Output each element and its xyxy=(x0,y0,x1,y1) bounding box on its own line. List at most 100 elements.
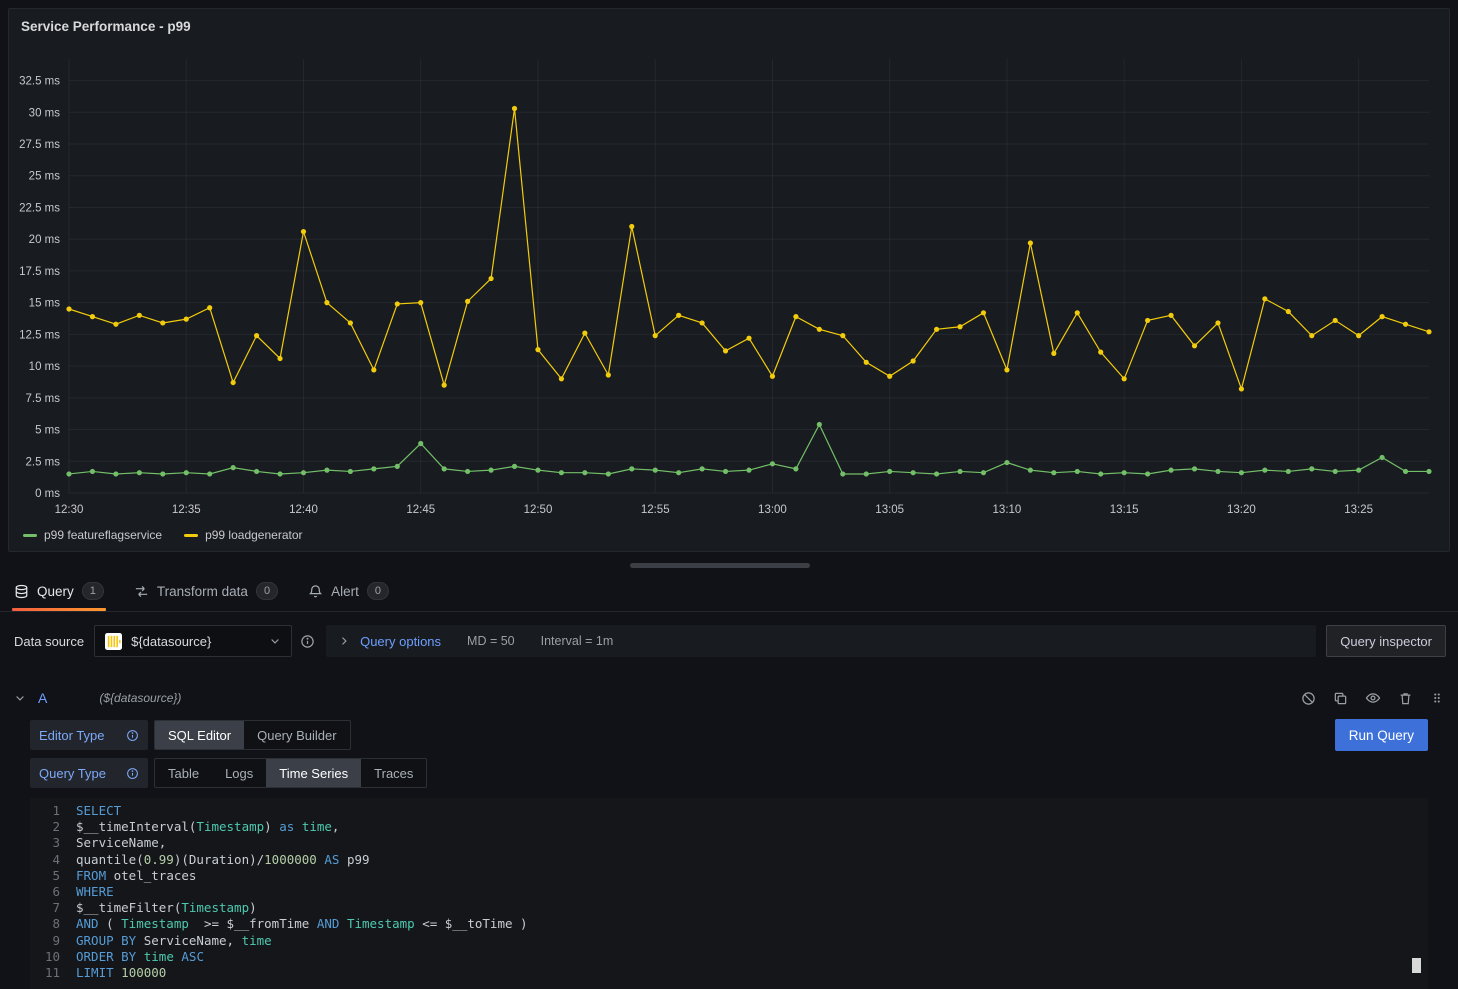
svg-text:13:10: 13:10 xyxy=(993,504,1022,516)
svg-text:12.5 ms: 12.5 ms xyxy=(19,329,60,341)
line-number: 3 xyxy=(30,835,76,851)
query-ref-id: A xyxy=(38,690,47,706)
legend-item-loadgenerator[interactable]: p99 loadgenerator xyxy=(184,528,302,542)
line-number: 6 xyxy=(30,884,76,900)
code-line[interactable]: 6WHERE xyxy=(30,884,1428,900)
editor-type-label: Editor Type xyxy=(39,728,105,743)
query-type-label-chip: Query Type xyxy=(30,758,148,788)
info-circle-icon[interactable] xyxy=(126,729,139,742)
line-number: 11 xyxy=(30,965,76,981)
code-line[interactable]: 10ORDER BY time ASC xyxy=(30,949,1428,965)
code-line[interactable]: 8AND ( Timestamp >= $__fromTime AND Time… xyxy=(30,916,1428,932)
panel-header[interactable]: Service Performance - p99 xyxy=(9,9,1449,43)
line-number: 4 xyxy=(30,852,76,868)
tab-count-badge: 0 xyxy=(367,582,389,600)
bell-icon xyxy=(308,584,323,599)
svg-text:12:40: 12:40 xyxy=(289,504,318,516)
editor-type-radio-group: SQL Editor Query Builder xyxy=(154,720,351,750)
query-type-option-time-series[interactable]: Time Series xyxy=(266,759,361,787)
line-number: 7 xyxy=(30,900,76,916)
editor-type-label-chip: Editor Type xyxy=(30,720,148,750)
svg-text:13:00: 13:00 xyxy=(758,504,787,516)
code-line[interactable]: 7$__timeFilter(Timestamp) xyxy=(30,900,1428,916)
horizontal-scrollbar xyxy=(0,560,1458,571)
svg-text:22.5 ms: 22.5 ms xyxy=(19,202,60,214)
code-line[interactable]: 4quantile(0.99)(Duration)/1000000 AS p99 xyxy=(30,852,1428,868)
svg-text:12:35: 12:35 xyxy=(172,504,201,516)
svg-text:0 ms: 0 ms xyxy=(35,488,60,500)
tab-transform-data[interactable]: Transform data 0 xyxy=(132,571,280,611)
svg-text:32.5 ms: 32.5 ms xyxy=(19,76,60,88)
line-number: 8 xyxy=(30,916,76,932)
code-line[interactable]: 2$__timeInterval(Timestamp) as time, xyxy=(30,819,1428,835)
datasource-label: Data source xyxy=(12,634,94,649)
duplicate-query-icon[interactable] xyxy=(1333,691,1348,706)
query-options-link[interactable]: Query options xyxy=(360,634,441,649)
chevron-down-icon[interactable] xyxy=(14,692,26,704)
svg-text:13:25: 13:25 xyxy=(1344,504,1373,516)
query-type-radio-group: Table Logs Time Series Traces xyxy=(154,758,427,788)
legend-label: p99 loadgenerator xyxy=(205,528,302,542)
line-number: 5 xyxy=(30,868,76,884)
query-type-option-table[interactable]: Table xyxy=(155,759,212,787)
svg-text:15 ms: 15 ms xyxy=(29,298,61,310)
datasource-toolbar: Data source ${datasource} xyxy=(12,625,1446,657)
code-line[interactable]: 1SELECT xyxy=(30,803,1428,819)
series-color-swatch xyxy=(184,534,198,537)
code-line[interactable]: 5FROM otel_traces xyxy=(30,868,1428,884)
datasource-select[interactable]: ${datasource} xyxy=(94,625,292,657)
query-type-option-traces[interactable]: Traces xyxy=(361,759,426,787)
tab-count-badge: 0 xyxy=(256,582,278,600)
datasource-value: ${datasource} xyxy=(131,634,260,649)
svg-text:17.5 ms: 17.5 ms xyxy=(19,266,60,278)
query-datasource-hint: (${datasource}) xyxy=(99,691,181,705)
svg-text:13:05: 13:05 xyxy=(875,504,904,516)
drag-handle-icon[interactable] xyxy=(1430,691,1444,705)
line-number: 1 xyxy=(30,803,76,819)
svg-text:30 ms: 30 ms xyxy=(29,107,61,119)
timeseries-chart[interactable]: 0 ms2.5 ms5 ms7.5 ms10 ms12.5 ms15 ms17.… xyxy=(9,43,1449,526)
line-number: 9 xyxy=(30,933,76,949)
svg-text:10 ms: 10 ms xyxy=(29,361,61,373)
editor-type-option-sql-editor[interactable]: SQL Editor xyxy=(155,721,244,749)
svg-text:12:45: 12:45 xyxy=(406,504,435,516)
editor-scrollbar-thumb[interactable] xyxy=(1412,958,1421,973)
code-line[interactable]: 11LIMIT 100000 xyxy=(30,965,1428,981)
query-type-option-logs[interactable]: Logs xyxy=(212,759,266,787)
svg-text:12:55: 12:55 xyxy=(641,504,670,516)
svg-text:7.5 ms: 7.5 ms xyxy=(25,393,60,405)
svg-text:20 ms: 20 ms xyxy=(29,234,61,246)
tab-label: Query xyxy=(37,584,74,599)
clickhouse-logo-icon xyxy=(105,633,122,650)
tab-query[interactable]: Query 1 xyxy=(12,571,106,611)
line-number: 2 xyxy=(30,819,76,835)
line-number: 10 xyxy=(30,949,76,965)
svg-text:27.5 ms: 27.5 ms xyxy=(19,139,60,151)
editor-type-option-query-builder[interactable]: Query Builder xyxy=(244,721,349,749)
panel-title: Service Performance - p99 xyxy=(21,19,191,34)
code-line[interactable]: 3ServiceName, xyxy=(30,835,1428,851)
toggle-visibility-icon[interactable] xyxy=(1365,690,1381,706)
series-color-swatch xyxy=(23,534,37,537)
tab-alert[interactable]: Alert 0 xyxy=(306,571,391,611)
delete-query-icon[interactable] xyxy=(1398,691,1413,706)
horizontal-scrollbar-thumb[interactable] xyxy=(630,563,810,568)
editor-type-row: Editor Type SQL Editor Query Builder Run… xyxy=(30,719,1428,751)
query-type-row: Query Type Table Logs Time Series Traces xyxy=(30,758,1428,788)
legend-item-featureflagservice[interactable]: p99 featureflagservice xyxy=(23,528,162,542)
run-query-button[interactable]: Run Query xyxy=(1335,719,1428,751)
tab-count-badge: 1 xyxy=(82,582,104,600)
chevron-right-icon xyxy=(338,635,350,647)
svg-text:13:20: 13:20 xyxy=(1227,504,1256,516)
datasource-help-button[interactable] xyxy=(292,625,322,657)
query-inspector-button[interactable]: Query inspector xyxy=(1326,625,1446,657)
svg-text:5 ms: 5 ms xyxy=(35,425,60,437)
query-row-header[interactable]: A (${datasource}) xyxy=(14,684,1444,712)
transform-icon xyxy=(134,584,149,599)
query-options-bar[interactable]: Query options MD = 50 Interval = 1m xyxy=(326,625,1316,657)
query-type-label: Query Type xyxy=(39,766,106,781)
info-circle-icon[interactable] xyxy=(126,767,139,780)
disable-query-icon[interactable] xyxy=(1301,691,1316,706)
sql-code-editor[interactable]: 1SELECT2$__timeInterval(Timestamp) as ti… xyxy=(30,798,1428,989)
code-line[interactable]: 9GROUP BY ServiceName, time xyxy=(30,933,1428,949)
